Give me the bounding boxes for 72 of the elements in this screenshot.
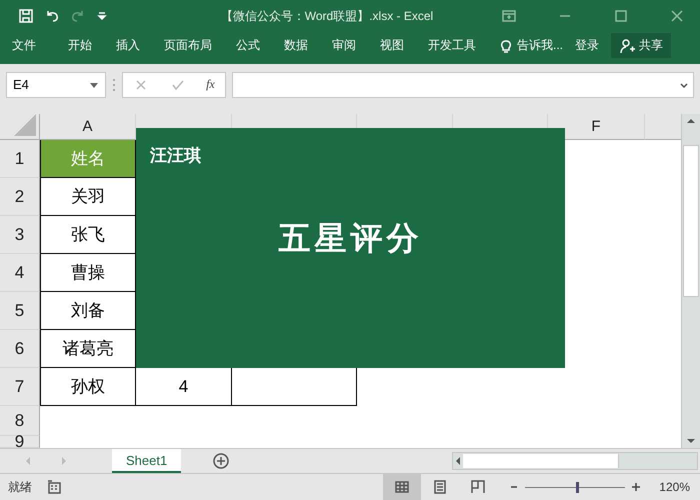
- sign-in-link[interactable]: 登录: [567, 33, 608, 58]
- formula-input[interactable]: [232, 72, 694, 98]
- maximize-icon: [613, 8, 629, 24]
- table-cell: 张飞: [40, 216, 136, 254]
- ribbon-tab[interactable]: 公式: [224, 33, 272, 58]
- share-button[interactable]: 共享: [611, 33, 672, 58]
- grip-icon: [112, 76, 116, 93]
- minimize-icon: [560, 15, 570, 17]
- window-title: 【微信公众号：Word联盟】.xlsx - Excel: [220, 8, 434, 24]
- select-all-icon[interactable]: [14, 114, 36, 136]
- insert-function-button[interactable]: fx: [206, 77, 215, 92]
- ribbon-tab[interactable]: 开始: [56, 33, 104, 58]
- save-button[interactable]: [18, 8, 34, 24]
- table-cell: 关羽: [40, 178, 136, 216]
- page-icon: [432, 479, 448, 495]
- redo-button[interactable]: [70, 8, 86, 24]
- table-cell: 姓名: [40, 140, 136, 178]
- vertical-scrollbar[interactable]: [681, 114, 700, 448]
- horizontal-scrollbar[interactable]: [452, 452, 698, 470]
- macro-icon: [46, 479, 62, 495]
- row-header[interactable]: 4: [0, 254, 40, 292]
- row-header[interactable]: 2: [0, 178, 40, 216]
- ribbon-tab[interactable]: 数据: [272, 33, 320, 58]
- sheet-tab[interactable]: Sheet1: [112, 449, 182, 473]
- row-header[interactable]: 7: [0, 368, 40, 406]
- row-header[interactable]: 5: [0, 292, 40, 330]
- column-header[interactable]: F: [548, 114, 645, 140]
- plus-circle-icon: [213, 453, 230, 469]
- table-cell: 刘备: [40, 292, 136, 330]
- scroll-down-icon: [686, 436, 696, 446]
- ribbon-tab[interactable]: 文件: [0, 33, 48, 58]
- author-name: 汪汪琪: [150, 145, 201, 167]
- lightbulb-icon: [498, 38, 514, 54]
- table-cell: 诸葛亮: [40, 330, 136, 368]
- ribbon-display-icon: [501, 8, 517, 24]
- ribbon-tab[interactable]: 插入: [104, 33, 152, 58]
- ribbon-tab[interactable]: 开发工具: [416, 33, 488, 58]
- scroll-up-icon: [686, 116, 696, 126]
- plus-icon: [631, 482, 642, 492]
- row-header[interactable]: 9: [0, 436, 40, 448]
- table-cell: 4: [136, 368, 232, 406]
- customize-button[interactable]: [96, 10, 108, 22]
- prev-sheet-icon: [24, 456, 32, 466]
- tell-me-button[interactable]: 告诉我...: [494, 33, 568, 58]
- user-plus-icon: [619, 38, 636, 54]
- dropdown-icon: [89, 80, 99, 89]
- save-icon: [18, 8, 34, 24]
- column-header[interactable]: A: [40, 114, 136, 140]
- row-header[interactable]: 6: [0, 330, 40, 368]
- row-header[interactable]: 3: [0, 216, 40, 254]
- zoom-thumb[interactable]: [576, 482, 580, 492]
- ribbon-tab[interactable]: 视图: [368, 33, 416, 58]
- grid-icon: [394, 479, 410, 495]
- ribbon-tab[interactable]: 页面布局: [152, 33, 224, 58]
- table-cell: 曹操: [40, 254, 136, 292]
- close-icon: [669, 8, 685, 24]
- zoom-in-button[interactable]: [631, 482, 642, 492]
- row-header[interactable]: 1: [0, 140, 40, 178]
- add-sheet-button[interactable]: [213, 453, 230, 469]
- card-title: 五星评分: [278, 219, 422, 258]
- page-break-icon: [470, 479, 486, 495]
- chevron-down-icon: [679, 80, 689, 89]
- status-text: 就绪: [8, 478, 32, 496]
- caret-icon: [96, 10, 108, 22]
- redo-icon: [70, 8, 86, 24]
- row-header[interactable]: 8: [0, 406, 40, 436]
- zoom-level[interactable]: 120%: [659, 480, 690, 494]
- next-sheet-icon: [60, 456, 68, 466]
- view-button[interactable]: [383, 474, 422, 500]
- name-box[interactable]: E4: [6, 72, 106, 98]
- table-cell: 孙权: [40, 368, 136, 406]
- ribbon-tab[interactable]: 审阅: [320, 33, 368, 58]
